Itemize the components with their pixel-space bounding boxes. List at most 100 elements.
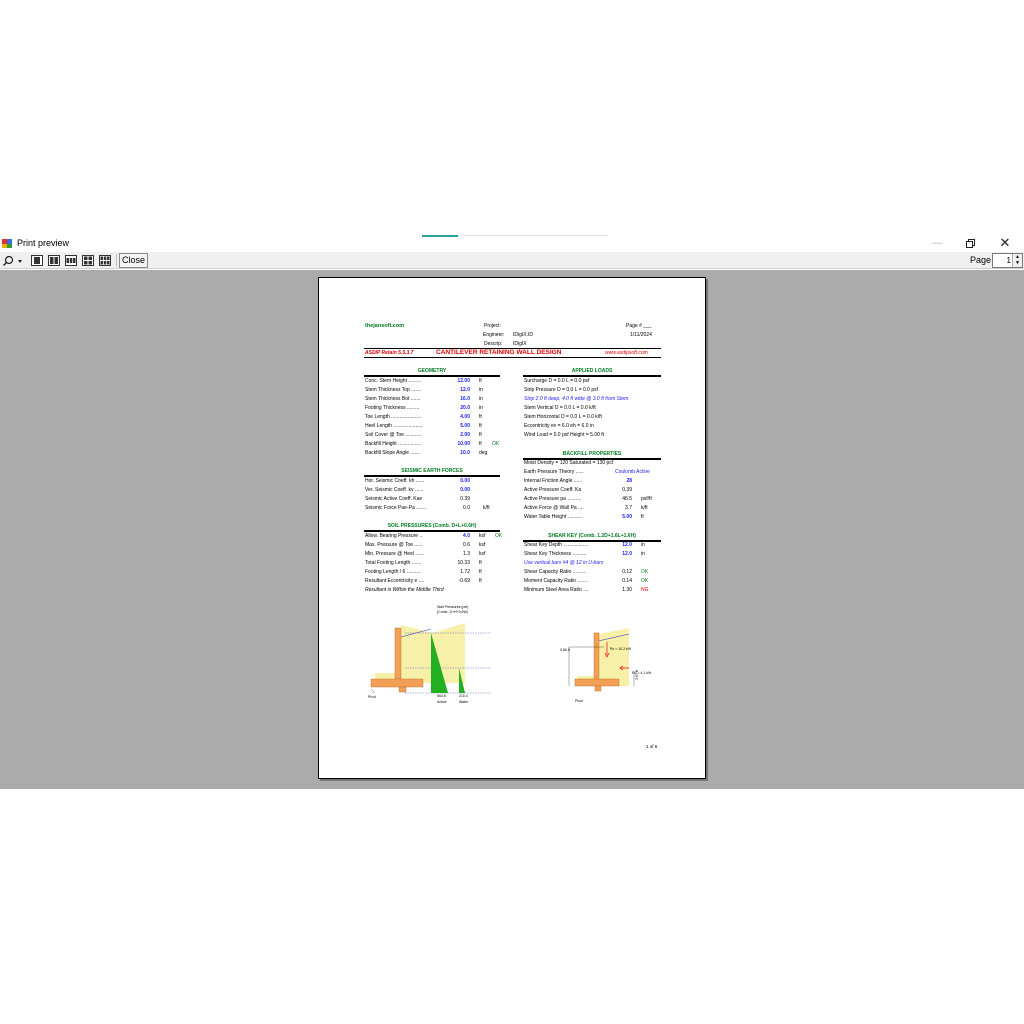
- geo-unit: in: [479, 387, 483, 393]
- bars-note: Use vertical bars #4 @ 12 in U-bars: [524, 560, 604, 566]
- doc-date: 1/11/2024: [630, 332, 652, 338]
- six-pages-button[interactable]: [98, 254, 112, 267]
- theory-value: Coulomb Active: [615, 469, 650, 475]
- back-label: Water Table Height ...........: [524, 514, 583, 520]
- geo-unit: in: [479, 405, 483, 411]
- soil-unit: ft: [479, 569, 482, 575]
- back-value: 0.39: [622, 487, 632, 493]
- shear2-label: Moment Capacity Ratio .......: [524, 578, 588, 584]
- title-bar: Print preview: [0, 235, 1024, 252]
- figure2-pivot-label: Pivot: [575, 699, 583, 703]
- figure1-title: Wall Pressures (psf): [437, 605, 469, 609]
- soil-label: Footing Length / 6 ..........: [365, 569, 421, 575]
- restore-button[interactable]: [959, 236, 981, 250]
- back-value: 5.00: [622, 514, 632, 520]
- geo-unit: ft: [479, 423, 482, 429]
- page-label: Page: [970, 255, 992, 265]
- project-label: Project:: [484, 323, 501, 329]
- back-label: Internal Friction Angle ......: [524, 478, 583, 484]
- figure1-subtitle: (Comb. D+H+0.6W): [437, 610, 468, 614]
- four-pages-button[interactable]: [81, 254, 95, 267]
- geo-label: Toe Length ......................: [365, 414, 422, 420]
- side-dimension-label: 3.67 ft: [635, 670, 639, 680]
- shear2-value: 0.14: [622, 578, 632, 584]
- soil-pressures-title: SOIL PRESSURES (Comb. D+L+0.6H): [387, 523, 477, 529]
- geo-unit: ft: [479, 432, 482, 438]
- geo-label: Conc. Stem Height .........: [365, 378, 421, 384]
- back-unit: psf/ft: [641, 496, 652, 502]
- page-number-label: Page # ___: [626, 323, 652, 329]
- soil-value: 4.0: [463, 533, 470, 539]
- resultant-note: Resultant is Within the Middle Third: [365, 587, 444, 593]
- rv-label: Rv = 10.2 k/ft: [610, 647, 631, 651]
- strip-pressure-row: Strip Pressure D = 0.0 L = 0.0 psf: [524, 387, 599, 393]
- geo-value: 12.00: [457, 378, 470, 384]
- back-label: Active Force @ Wall Pa ....: [524, 505, 584, 511]
- page-number-stepper[interactable]: 1 ▲ ▼: [992, 253, 1023, 268]
- shear-unit: in: [641, 542, 645, 548]
- seis-label: Ver. Seismic Coeff. kv ......: [365, 487, 424, 493]
- two-pages-button[interactable]: [47, 254, 61, 267]
- geo-unit: in: [479, 396, 483, 402]
- soil-unit: ksf: [479, 542, 486, 548]
- shear-unit: in: [641, 551, 645, 557]
- four-pages-icon: [82, 255, 94, 266]
- water-value: 210.4: [459, 694, 468, 698]
- geo-value: 4.00: [460, 414, 470, 420]
- shear-key-title: SHEAR KEY (Comb. 1.2D+1.6L+1.6H): [548, 533, 636, 539]
- window-title: Print preview: [17, 238, 70, 248]
- seis-label: Seismic Active Coeff. Kae: [365, 496, 423, 502]
- seis-unit: k/ft: [483, 505, 490, 511]
- one-page-button[interactable]: [30, 254, 44, 267]
- close-window-button[interactable]: ✕: [994, 236, 1016, 250]
- soil-label: Allow. Bearing Pressure ..: [365, 533, 423, 539]
- geo-unit: deg: [479, 450, 488, 456]
- geo-unit: ft: [479, 414, 482, 420]
- soil-value: 10.33: [457, 560, 470, 566]
- soil-value: -0.69: [458, 578, 470, 584]
- stepper-arrows[interactable]: ▲ ▼: [1012, 254, 1022, 267]
- geo-label: Backfill Height .................: [365, 441, 422, 447]
- backfill-title: BACKFILL PROPERTIES: [562, 451, 622, 457]
- shear2-label: Minimum Steel Area Ratio ....: [524, 587, 589, 593]
- seis-value: 0.00: [460, 487, 470, 493]
- seis-value: 0.00: [460, 478, 470, 484]
- toolbar: Close Page 1 ▲ ▼: [0, 252, 1024, 269]
- back-value: 28: [626, 478, 632, 484]
- two-pages-icon: [48, 255, 60, 266]
- one-page-icon: [31, 255, 43, 266]
- geo-label: Stem Thickness Top .......: [365, 387, 421, 393]
- shear2-note: OK: [641, 578, 649, 584]
- geo-value: 10.00: [457, 441, 470, 447]
- engineer-value: IDigIX.ID: [513, 332, 534, 338]
- close-button[interactable]: Close: [119, 253, 148, 268]
- shear2-value: 1.30: [622, 587, 632, 593]
- geo-value: 5.00: [460, 423, 470, 429]
- shear-value: 12.0: [622, 551, 632, 557]
- eccentricity-row: Eccentricity ev = 6.0 eh = 6.0 in: [524, 423, 594, 429]
- seismic-title: SEISMIC EARTH FORCES: [401, 468, 463, 474]
- shear2-note: OK: [641, 569, 649, 575]
- restore-icon: [965, 239, 975, 248]
- geo-value: 20.0: [460, 405, 470, 411]
- soil-unit: ft: [479, 578, 482, 584]
- shear2-value: 0.12: [622, 569, 632, 575]
- asdip-url: www.asdipsoft.com: [605, 350, 648, 356]
- seis-label: Seismic Force Pae-Pa .......: [365, 505, 426, 511]
- geometry-title: GEOMETRY: [417, 368, 447, 374]
- back-label: Active Pressure pa ..........: [524, 496, 582, 502]
- back-value: 46.5: [622, 496, 632, 502]
- minimize-button[interactable]: —: [926, 236, 948, 250]
- app-name: ASDIP Retain 5.5.3.7: [365, 350, 414, 356]
- main-title: CANTILEVER RETAINING WALL DESIGN: [436, 349, 562, 356]
- back-unit: k/ft: [641, 505, 648, 511]
- soil-label: Max. Pressure @ Toe ......: [365, 542, 423, 548]
- geo-note: OK: [492, 441, 500, 447]
- soil-unit: ksf: [479, 533, 486, 539]
- geo-unit: ft: [479, 378, 482, 384]
- engineer-label: Engineer:: [483, 332, 505, 338]
- three-pages-button[interactable]: [64, 254, 78, 267]
- zoom-button[interactable]: [1, 254, 25, 267]
- wall-pressure-diagram: [370, 623, 491, 694]
- soil-value: 0.6: [463, 542, 470, 548]
